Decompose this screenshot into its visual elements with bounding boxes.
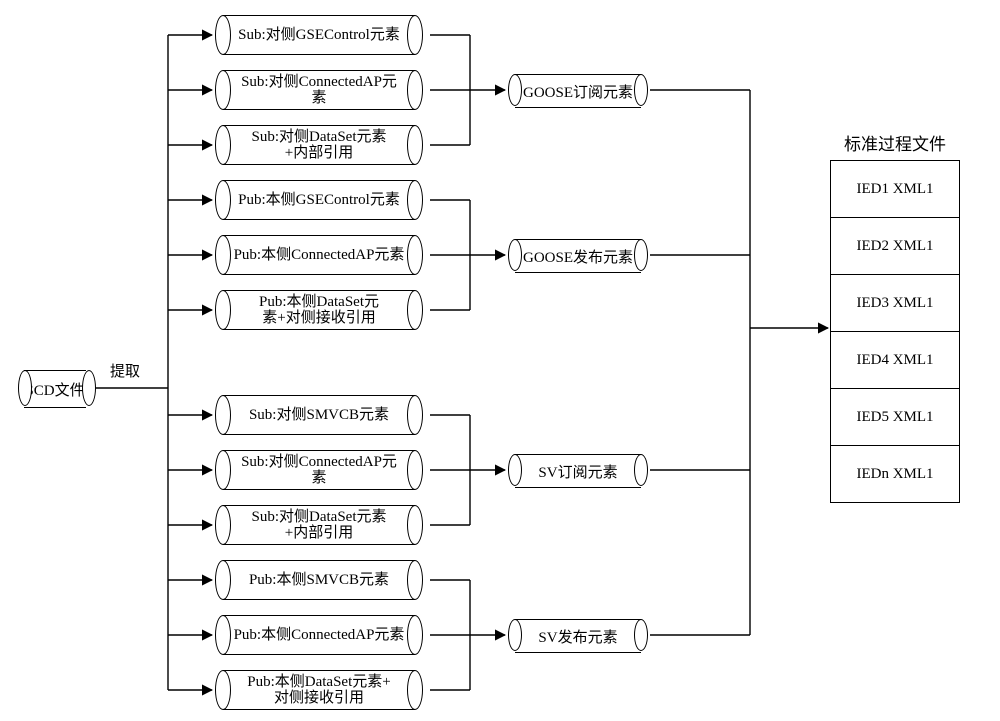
mid-cyl-5: Pub:本侧DataSet元 素+对侧接收引用 xyxy=(215,290,423,330)
mid-cyl-7: Sub:对侧ConnectedAP元 素 xyxy=(215,450,423,490)
output-stack: IED1 XML1 IED2 XML1 IED3 XML1 IED4 XML1 … xyxy=(830,160,960,503)
result-goose-sub: GOOSE订阅元素 xyxy=(508,74,648,106)
output-title: 标准过程文件 xyxy=(830,130,960,155)
extract-label: 提取 xyxy=(110,360,140,381)
mid-cyl-4: Pub:本侧ConnectedAP元素 xyxy=(215,235,423,275)
scd-file-cylinder: SCD文件 xyxy=(18,370,96,406)
output-item: IED2 XML1 xyxy=(831,218,959,275)
output-item: IEDn XML1 xyxy=(831,446,959,502)
mid-cyl-3: Pub:本侧GSEControl元素 xyxy=(215,180,423,220)
result-sv-pub: SV发布元素 xyxy=(508,619,648,651)
output-item: IED1 XML1 xyxy=(831,161,959,218)
mid-cyl-9: Pub:本侧SMVCB元素 xyxy=(215,560,423,600)
mid-cyl-2: Sub:对侧DataSet元素 +内部引用 xyxy=(215,125,423,165)
result-goose-pub: GOOSE发布元素 xyxy=(508,239,648,271)
result-sv-sub: SV订阅元素 xyxy=(508,454,648,486)
mid-cyl-11: Pub:本侧DataSet元素+ 对侧接收引用 xyxy=(215,670,423,710)
output-item: IED4 XML1 xyxy=(831,332,959,389)
mid-cyl-8: Sub:对侧DataSet元素 +内部引用 xyxy=(215,505,423,545)
mid-cyl-1: Sub:对侧ConnectedAP元 素 xyxy=(215,70,423,110)
scd-file-label: SCD文件 xyxy=(25,379,84,400)
output-item: IED3 XML1 xyxy=(831,275,959,332)
mid-cyl-6: Sub:对侧SMVCB元素 xyxy=(215,395,423,435)
output-item: IED5 XML1 xyxy=(831,389,959,446)
mid-cyl-10: Pub:本侧ConnectedAP元素 xyxy=(215,615,423,655)
mid-cyl-0: Sub:对侧GSEControl元素 xyxy=(215,15,423,55)
diagram-canvas: SCD文件 提取 Sub:对侧GSEControl元素 Sub:对侧Connec… xyxy=(0,0,1000,721)
